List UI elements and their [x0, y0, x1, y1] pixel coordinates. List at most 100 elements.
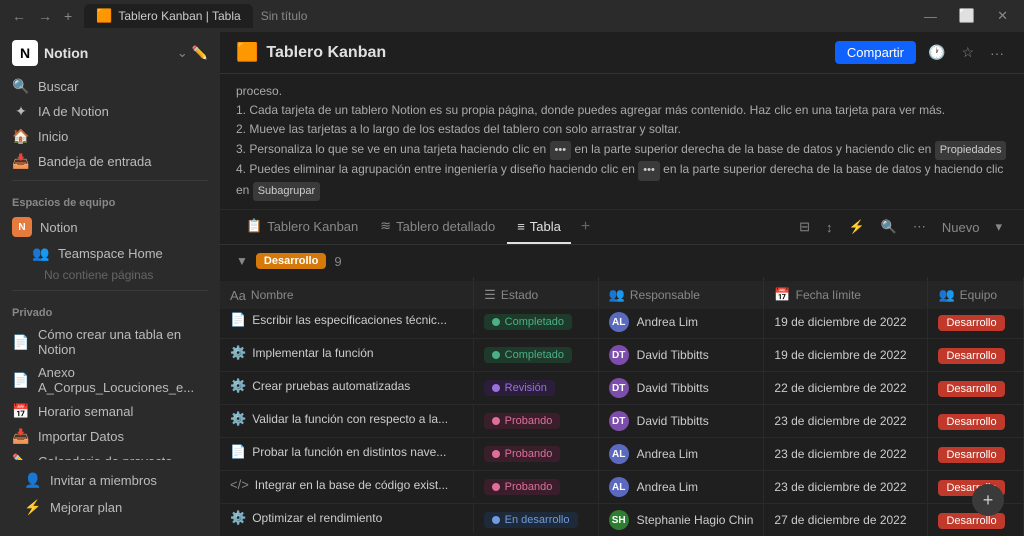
- cell-name-6: ⚙️Optimizar el rendimiento: [220, 504, 474, 532]
- team-badge-1: Desarrollo: [938, 348, 1004, 364]
- row-name-4[interactable]: Probar la función en distintos nave...: [252, 445, 446, 459]
- notion-team-logo: N: [12, 217, 32, 237]
- pill-subagrupar[interactable]: Subagrupar: [253, 182, 321, 202]
- sidebar-footer: 👤 Invitar a miembros ⚡ Mejorar plan: [0, 460, 220, 528]
- tab-label: Tablero Kanban | Tabla: [118, 9, 240, 23]
- tab-detail-label: Tablero detallado: [396, 219, 495, 234]
- cell-date-1: 19 de diciembre de 2022: [764, 339, 928, 372]
- avatar-0: AL: [609, 312, 629, 332]
- tab-tabla[interactable]: ≡ Tabla: [507, 211, 571, 244]
- tab-table-label: Tabla: [530, 219, 561, 234]
- maximize-button[interactable]: ⬜: [951, 6, 983, 26]
- badge-dot-1: [492, 351, 500, 359]
- sidebar-item-importar[interactable]: 📥 Importar Datos: [0, 424, 220, 449]
- settings-button[interactable]: ⋯: [907, 215, 932, 239]
- tab-tablero-kanban[interactable]: 📋 Tablero Kanban: [236, 210, 368, 244]
- more-icon[interactable]: ···: [986, 41, 1008, 65]
- sidebar-item-horario[interactable]: 📅 Horario semanal: [0, 399, 220, 424]
- sidebar-item-plan[interactable]: ⚡ Mejorar plan: [12, 495, 208, 520]
- forward-button[interactable]: →: [34, 6, 56, 26]
- group-badge: Desarrollo: [256, 253, 326, 269]
- responsible-name-0: Andrea Lim: [637, 315, 698, 329]
- tab-kanban-label: Tablero Kanban: [267, 219, 358, 234]
- cell-name-0: 📄 Escribir las especificaciones técnic...: [220, 306, 474, 334]
- table-row[interactable]: 📄 Escribir las especificaciones técnic...…: [220, 306, 1024, 339]
- col-responsable: 👥 Responsable: [598, 281, 764, 310]
- no-pages-team: No contiene páginas: [0, 266, 220, 284]
- sidebar-item-anexo[interactable]: 📄 Anexo A_Corpus_Locuciones_e...: [0, 361, 220, 399]
- sidebar-item-inicio[interactable]: 🏠 Inicio: [0, 124, 220, 149]
- status-badge-6: En desarrollo: [484, 512, 578, 528]
- table-row[interactable]: </>Integrar en la base de código exist..…: [220, 471, 1024, 504]
- floating-plus-button[interactable]: +: [972, 484, 1004, 516]
- sidebar-item-teamspace-home[interactable]: 👥 Teamspace Home: [0, 241, 220, 266]
- sidebar-item-ia[interactable]: ✦ IA de Notion: [0, 99, 220, 124]
- tab-tablero-detallado[interactable]: ≋ Tablero detallado: [370, 210, 505, 244]
- table-row[interactable]: ⚙️Validar la función con respecto a la..…: [220, 405, 1024, 438]
- star-icon[interactable]: ☆: [957, 40, 978, 65]
- active-tab[interactable]: 🟧 Tablero Kanban | Tabla: [84, 4, 253, 28]
- cell-responsible-0: AL Andrea Lim: [598, 306, 764, 339]
- pill-propiedades[interactable]: Propiedades: [935, 141, 1007, 161]
- group-toggle[interactable]: ▼: [236, 254, 248, 268]
- compartir-button[interactable]: Compartir: [835, 41, 916, 64]
- row-icon-0: 📄: [230, 312, 246, 328]
- table-row[interactable]: ⚙️Implementar la funciónCompletadoDTDavi…: [220, 339, 1024, 372]
- row-name-3[interactable]: Validar la función con respecto a la...: [252, 412, 448, 426]
- row-name-0[interactable]: Escribir las especificaciones técnic...: [252, 313, 447, 327]
- sort-button[interactable]: ↕: [820, 216, 839, 239]
- responsible-name-2: David Tibbitts: [637, 381, 709, 395]
- row-name-6[interactable]: Optimizar el rendimiento: [252, 511, 382, 525]
- row-name-2[interactable]: Crear pruebas automatizadas: [252, 379, 410, 393]
- bolt-button[interactable]: ⚡: [843, 215, 871, 239]
- table-row[interactable]: ⚙️Optimizar el rendimiento En desarrollo S…: [220, 504, 1024, 536]
- status-badge-5: Probando: [484, 479, 561, 495]
- table-row[interactable]: 📄Probar la función en distintos nave...P…: [220, 438, 1024, 471]
- row-name-5[interactable]: Integrar en la base de código exist...: [255, 478, 448, 492]
- sidebar-item-invite[interactable]: 👤 Invitar a miembros: [12, 468, 208, 493]
- cell-date-2: 22 de diciembre de 2022: [764, 372, 928, 405]
- cell-name-4: 📄Probar la función en distintos nave...: [220, 438, 474, 466]
- notion-logo: N: [12, 40, 38, 66]
- cell-date-5: 23 de diciembre de 2022: [764, 471, 928, 504]
- add-view-button[interactable]: +: [573, 214, 598, 240]
- row-name-1[interactable]: Implementar la función: [252, 346, 373, 360]
- tab-table-icon: ≡: [517, 219, 525, 234]
- sidebar-item-bandeja[interactable]: 📥 Bandeja de entrada: [0, 149, 220, 174]
- nuevo-button[interactable]: Nuevo: [936, 216, 986, 239]
- sidebar-item-search[interactable]: 🔍 Buscar: [0, 74, 220, 99]
- private-section-label: Privado: [0, 297, 220, 323]
- avatar-6: SH: [609, 510, 629, 530]
- sidebar-item-calendario[interactable]: ✏️ Calendario de proyecto: [0, 449, 220, 460]
- sidebar-item-notion-team[interactable]: N Notion: [0, 213, 220, 241]
- close-button[interactable]: ✕: [989, 6, 1016, 26]
- sidebar-compose-button[interactable]: ✏️: [192, 45, 208, 61]
- minimize-button[interactable]: —: [916, 6, 945, 26]
- sidebar-item-crear-tabla[interactable]: 📄 Cómo crear una tabla en Notion: [0, 323, 220, 361]
- tab-kanban-icon: 📋: [246, 218, 262, 234]
- filter-button[interactable]: ⊟: [793, 215, 816, 239]
- sidebar-expand-button[interactable]: ⌄: [177, 45, 188, 61]
- workspace-name: Notion: [44, 45, 171, 61]
- table-row[interactable]: ⚙️Crear pruebas automatizadasRevisiónDTD…: [220, 372, 1024, 405]
- cell-name-1: ⚙️Implementar la función: [220, 339, 474, 367]
- search-button[interactable]: 🔍: [875, 215, 903, 239]
- col-fecha-label: Fecha límite: [796, 288, 861, 302]
- pill-more-1: •••: [550, 141, 572, 161]
- main-content: 🟧 Tablero Kanban Compartir 🕐 ☆ ··· proce…: [220, 32, 1024, 536]
- desc-line-0: proceso.: [236, 82, 1008, 101]
- col-fecha-icon: 📅: [774, 287, 790, 303]
- cell-date-6: 27 de diciembre de 2022: [764, 504, 928, 536]
- cell-status-1: Completado: [474, 339, 599, 372]
- untitled-tab[interactable]: Sin título: [261, 9, 308, 23]
- history-icon[interactable]: 🕐: [924, 40, 949, 65]
- nuevo-caret-button[interactable]: ▾: [989, 215, 1008, 239]
- col-estado: ☰ Estado: [474, 281, 599, 310]
- back-button[interactable]: ←: [8, 6, 30, 26]
- pencil-icon: ✏️: [12, 453, 30, 460]
- search-icon: 🔍: [12, 78, 30, 95]
- notion-team-label: Notion: [40, 220, 78, 235]
- col-equipo: 👥 Equipo: [928, 281, 1024, 310]
- add-tab-button[interactable]: +: [60, 6, 76, 26]
- team-badge-6: Desarrollo: [938, 513, 1004, 529]
